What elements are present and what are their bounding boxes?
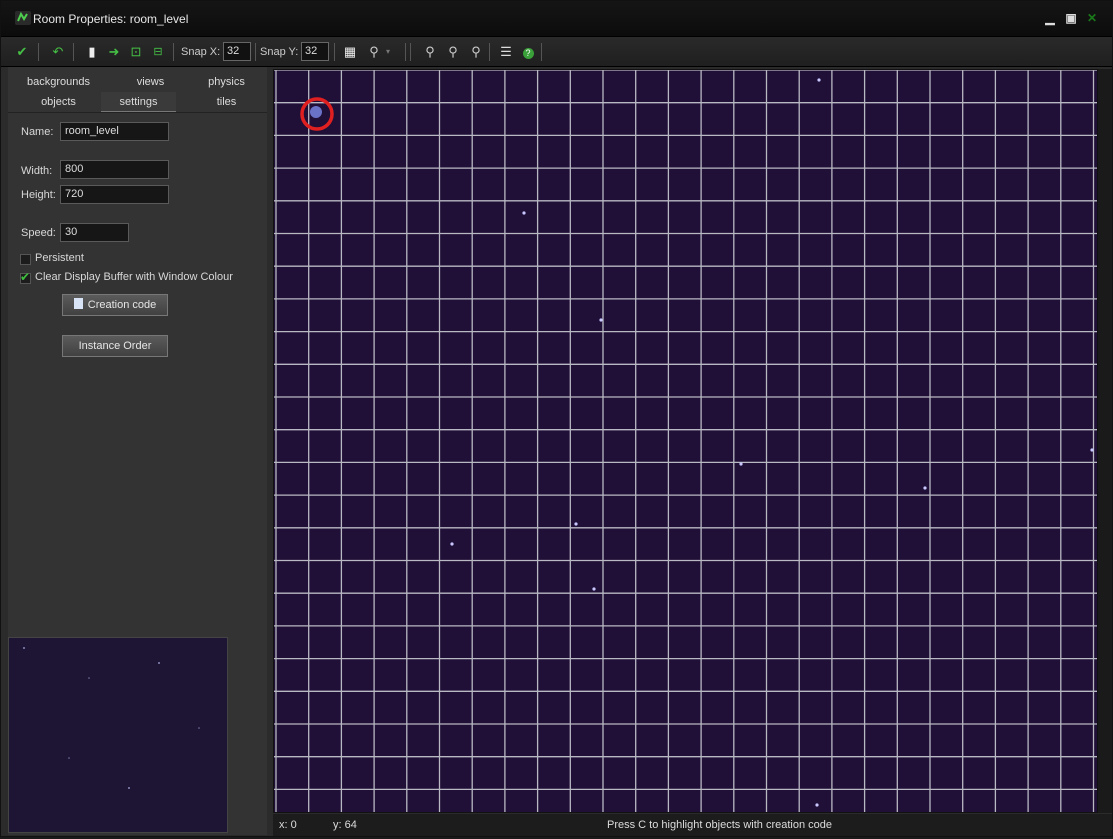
snap-x-input[interactable]: 32: [223, 42, 251, 61]
star-sprite: [817, 78, 821, 82]
tab-objects[interactable]: objects: [16, 92, 101, 112]
room-settings-icon[interactable]: ☰: [497, 42, 515, 62]
height-label: Height:: [21, 189, 56, 201]
document-icon: [73, 298, 83, 309]
star-sprite: [1090, 448, 1094, 452]
status-y-coordinate: y: 64: [333, 819, 357, 831]
toolbar: ✔ ↶ ▮ ➜ ⊡ ⊟ Snap X: 32 Snap Y: 32 ▦ ⚲ ▾ …: [1, 37, 1112, 67]
instance-order-button[interactable]: Instance Order: [62, 335, 168, 357]
persistent-label: Persistent: [35, 252, 84, 264]
tab-backgrounds[interactable]: backgrounds: [16, 72, 101, 92]
name-field[interactable]: room_level: [60, 122, 169, 141]
lock-all-icon[interactable]: ⊡: [127, 42, 145, 62]
grid-icon[interactable]: ▦: [341, 42, 359, 62]
clear-icon[interactable]: ▮: [83, 42, 101, 62]
persistent-checkbox[interactable]: [20, 254, 31, 265]
zoom-reset-icon[interactable]: ⚲: [444, 42, 462, 62]
title-bar[interactable]: Room Properties: room_level ▁ ▣ ✕: [1, 1, 1112, 37]
toolbar-separator: [73, 43, 74, 61]
toolbar-separator: [410, 43, 411, 61]
tab-settings[interactable]: settings: [101, 92, 176, 112]
width-field[interactable]: 800: [60, 160, 169, 179]
name-label: Name:: [21, 126, 54, 138]
star-sprite: [923, 486, 927, 490]
shift-icon[interactable]: ➜: [105, 42, 123, 62]
panel-filler: [228, 637, 267, 833]
speed-field[interactable]: 30: [60, 223, 129, 242]
vertical-scrollbar[interactable]: [1098, 69, 1112, 813]
star-sprite: [450, 542, 454, 546]
close-button[interactable]: ✕: [1083, 10, 1101, 26]
star-sprite: [592, 587, 596, 591]
maximize-button[interactable]: ▣: [1062, 10, 1080, 26]
toolbar-separator: [38, 43, 39, 61]
status-message: Press C to highlight objects with creati…: [607, 819, 833, 831]
clear-display-label: Clear Display Buffer with Window Colour: [35, 271, 233, 283]
help-icon[interactable]: ?: [519, 42, 537, 62]
height-field[interactable]: 720: [60, 185, 169, 204]
unlock-all-icon[interactable]: ⊟: [149, 42, 167, 62]
snap-x-label: Snap X:: [181, 46, 221, 58]
undo-icon[interactable]: ↶: [49, 42, 67, 62]
room-grid: [274, 70, 1097, 812]
clear-display-checkbox[interactable]: [20, 270, 31, 284]
zoom-out-icon[interactable]: ⚲: [421, 42, 439, 62]
star-sprite: [815, 803, 819, 807]
tab-physics[interactable]: physics: [184, 72, 269, 92]
status-x-coordinate: x: 0: [279, 819, 297, 831]
chevron-down-icon[interactable]: ▾: [386, 42, 390, 62]
toolbar-separator: [405, 43, 406, 61]
tab-tiles[interactable]: tiles: [184, 92, 269, 112]
ok-check-icon[interactable]: ✔: [13, 42, 31, 62]
speed-label: Speed:: [21, 227, 56, 239]
room-properties-window: Room Properties: room_level ▁ ▣ ✕ ✔ ↶ ▮ …: [0, 0, 1113, 837]
gamemaker-app-icon: [15, 11, 31, 25]
tab-strip-border: [8, 112, 267, 113]
room-canvas[interactable]: [273, 69, 1098, 813]
star-sprite: [522, 211, 526, 215]
toolbar-separator: [334, 43, 335, 61]
creation-code-label: Creation code: [87, 299, 157, 311]
toolbar-separator: [173, 43, 174, 61]
object-instance: [310, 106, 322, 118]
toolbar-separator: [489, 43, 490, 61]
status-bar: x: 0 y: 64 Press C to highlight objects …: [273, 814, 1112, 836]
width-label: Width:: [21, 165, 53, 177]
snap-y-label: Snap Y:: [260, 46, 299, 58]
star-sprite: [739, 462, 743, 466]
toolbar-separator: [255, 43, 256, 61]
tab-views[interactable]: views: [108, 72, 193, 92]
star-sprite: [599, 318, 603, 322]
creation-code-button[interactable]: Creation code: [62, 294, 168, 316]
room-preview-starfield: [23, 647, 200, 789]
zoom-dropdown-icon[interactable]: ⚲: [365, 42, 383, 62]
minimize-button[interactable]: ▁: [1041, 10, 1059, 26]
toolbar-separator: [541, 43, 542, 61]
room-preview[interactable]: [8, 637, 228, 833]
window-title: Room Properties: room_level: [33, 12, 189, 26]
star-sprite: [574, 522, 578, 526]
zoom-in-icon[interactable]: ⚲: [467, 42, 485, 62]
snap-y-input[interactable]: 32: [301, 42, 329, 61]
